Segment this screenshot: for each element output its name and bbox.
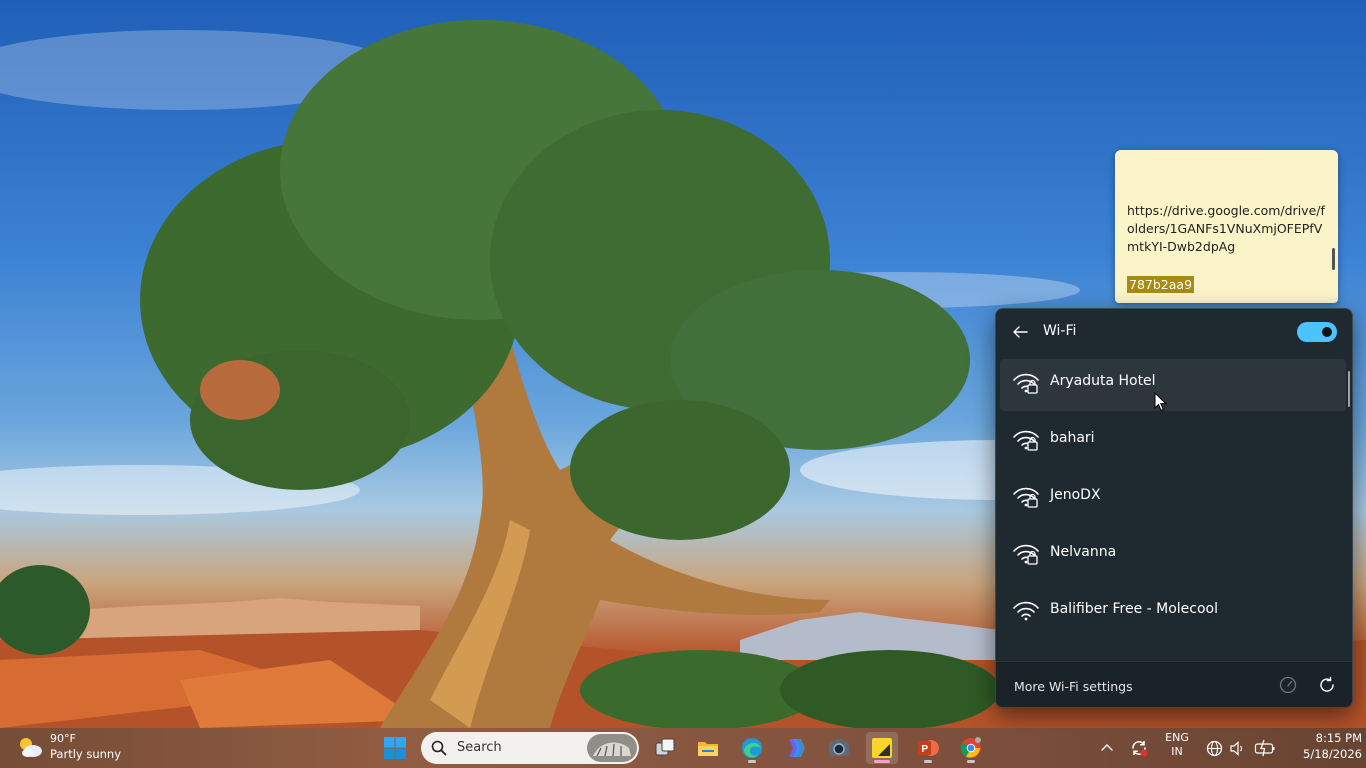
taskbar: 90°F Partly sunny Search ENG IN 8:15 PM … bbox=[0, 728, 1366, 768]
wifi-network-list: Aryaduta Hotel bahari JenoDX Nelvanna Ba… bbox=[1000, 359, 1346, 659]
sticky-notes-button[interactable] bbox=[866, 732, 898, 764]
show-hidden-icons-chevron-icon[interactable] bbox=[1099, 740, 1115, 756]
task-view-button[interactable] bbox=[649, 732, 681, 764]
camera-icon bbox=[829, 739, 849, 756]
copilot-button[interactable] bbox=[779, 732, 811, 764]
search-highlight-image bbox=[587, 734, 637, 762]
start-button[interactable] bbox=[379, 732, 411, 764]
network-item-aryaduta-hotel[interactable]: Aryaduta Hotel bbox=[1000, 359, 1346, 411]
windows-logo-icon bbox=[384, 737, 406, 759]
camera-app-button[interactable] bbox=[823, 732, 855, 764]
wifi-flyout-header: Wi-Fi bbox=[996, 309, 1352, 355]
network-name: Aryaduta Hotel bbox=[1050, 373, 1156, 389]
search-highlight-art bbox=[593, 742, 631, 757]
active-indicator bbox=[874, 760, 890, 763]
back-arrow-icon bbox=[1013, 326, 1028, 338]
chrome-browser-icon bbox=[960, 737, 981, 758]
toggle-knob bbox=[1322, 327, 1332, 337]
wifi-open-icon bbox=[1013, 601, 1039, 621]
edge-browser-icon bbox=[742, 738, 762, 758]
network-name: bahari bbox=[1050, 430, 1095, 446]
mouse-cursor-icon bbox=[1154, 392, 1168, 412]
taskbar-search[interactable]: Search bbox=[421, 732, 639, 764]
language-code: ENG bbox=[1165, 731, 1189, 744]
folder-icon bbox=[698, 742, 718, 756]
wifi-title: Wi-Fi bbox=[1043, 323, 1077, 339]
back-button[interactable] bbox=[1008, 321, 1032, 343]
running-indicator bbox=[967, 760, 975, 763]
battery-charging-icon[interactable] bbox=[1254, 739, 1276, 757]
network-item-nelvanna[interactable]: Nelvanna bbox=[1000, 530, 1346, 582]
network-globe-icon[interactable] bbox=[1206, 740, 1223, 757]
wifi-secured-icon bbox=[1013, 487, 1039, 508]
weather-temperature: 90°F bbox=[50, 732, 76, 745]
sticky-note-selected-text[interactable]: 787b2aa9 bbox=[1127, 276, 1195, 293]
volume-icon[interactable] bbox=[1229, 740, 1246, 757]
sync-status-icon[interactable] bbox=[1129, 738, 1149, 758]
clock-time: 8:15 PM bbox=[1315, 731, 1362, 745]
search-icon bbox=[431, 740, 447, 756]
more-wifi-settings-link[interactable]: More Wi-Fi settings bbox=[1014, 679, 1133, 694]
task-view-icon bbox=[655, 738, 675, 756]
network-item-partial[interactable] bbox=[1000, 644, 1346, 659]
wifi-toggle[interactable] bbox=[1297, 322, 1337, 342]
input-language-indicator[interactable]: ENG IN bbox=[1162, 731, 1192, 758]
sticky-note-link-text[interactable]: https://drive.google.com/drive/folders/1… bbox=[1127, 202, 1327, 256]
network-item-jenodx[interactable]: JenoDX bbox=[1000, 473, 1346, 525]
wifi-flyout: Wi-Fi Aryaduta Hotel bahari JenoDX Nelva… bbox=[995, 308, 1353, 708]
network-list-scrollbar[interactable] bbox=[1348, 371, 1350, 407]
partly-sunny-icon bbox=[20, 738, 42, 757]
network-item-balifiber-free[interactable]: Balifiber Free - Molecool bbox=[1000, 587, 1346, 639]
edge-button[interactable] bbox=[736, 732, 768, 764]
powerpoint-icon bbox=[918, 740, 939, 756]
system-clock[interactable]: 8:15 PM 5/18/2026 bbox=[1288, 730, 1362, 762]
network-item-bahari[interactable]: bahari bbox=[1000, 416, 1346, 468]
clock-date: 5/18/2026 bbox=[1303, 747, 1362, 761]
language-region: IN bbox=[1171, 745, 1183, 758]
sticky-note-scrollbar[interactable] bbox=[1332, 248, 1335, 270]
network-speed-icon[interactable] bbox=[1279, 676, 1297, 694]
powerpoint-button[interactable] bbox=[912, 732, 944, 764]
wifi-flyout-footer: More Wi-Fi settings bbox=[996, 661, 1352, 707]
network-name: Balifiber Free - Molecool bbox=[1050, 601, 1219, 617]
sticky-notes-icon bbox=[872, 738, 892, 758]
network-name: JenoDX bbox=[1050, 487, 1101, 503]
file-explorer-button[interactable] bbox=[692, 732, 724, 764]
weather-condition: Partly sunny bbox=[50, 747, 122, 761]
chrome-button[interactable] bbox=[955, 732, 987, 764]
network-name: Nelvanna bbox=[1050, 544, 1117, 560]
refresh-icon[interactable] bbox=[1318, 676, 1336, 694]
copilot-icon bbox=[789, 739, 805, 757]
sticky-note[interactable]: https://drive.google.com/drive/folders/1… bbox=[1115, 150, 1338, 303]
running-indicator bbox=[924, 760, 932, 763]
wifi-secured-icon bbox=[1013, 373, 1039, 394]
running-indicator bbox=[748, 760, 756, 763]
wifi-secured-icon bbox=[1013, 544, 1039, 565]
search-placeholder: Search bbox=[457, 740, 502, 755]
wifi-icon bbox=[1012, 658, 1040, 659]
wifi-secured-icon bbox=[1013, 430, 1039, 451]
